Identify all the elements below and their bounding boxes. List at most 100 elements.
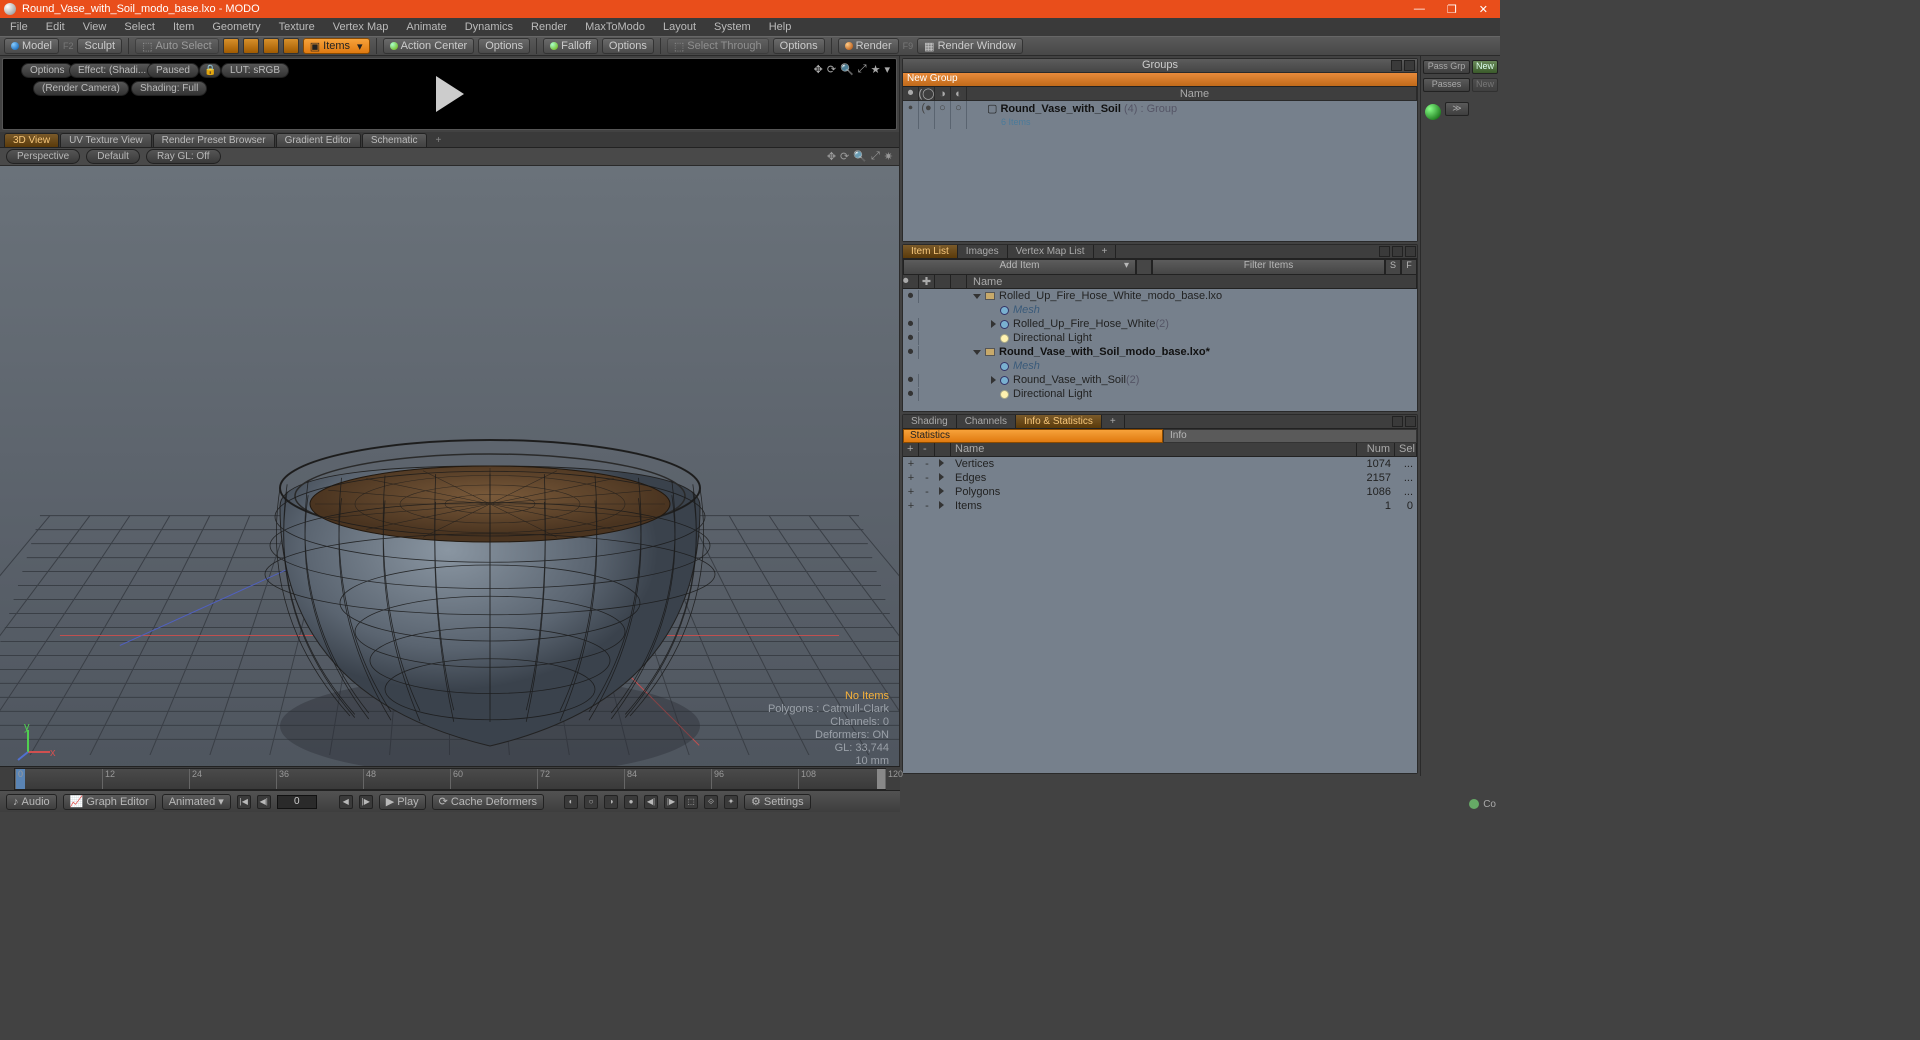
view-default[interactable]: Default [86,149,140,164]
item-row[interactable]: ⏺Round_Vase_with_Soil_modo_base.lxo* [903,345,1417,359]
preview-tool-icon[interactable]: ▾ [884,63,890,76]
item-row[interactable]: ⏺Directional Light [903,387,1417,401]
infostats-tab[interactable]: Info & Statistics [1016,415,1102,428]
auto-select-button[interactable]: ⬚Auto Select [135,38,219,54]
items-mode-button[interactable]: ▣Items▾ [303,38,370,54]
timeline[interactable]: 01224364860728496108120 [0,766,900,790]
panel-menu-icon[interactable] [1405,246,1416,257]
preview-shading[interactable]: Shading: Full [131,81,207,96]
stats-row[interactable]: +-Edges2157... [903,471,1417,485]
panel-expand-icon[interactable] [1391,60,1402,71]
axis-gizmo-icon[interactable]: x y [16,722,56,762]
item-row[interactable]: Mesh [903,359,1417,373]
action-center-button[interactable]: Action Center [383,38,475,54]
sculpt-mode-button[interactable]: Sculpt [77,38,122,54]
menu-edit[interactable]: Edit [42,21,69,33]
preview-effect[interactable]: Effect: (Shadi... [69,63,155,78]
viewport-tool-icon[interactable]: 🔍 [853,150,867,163]
preview-tool-icon[interactable]: ✥ [814,63,823,76]
refresh-icon[interactable] [1425,104,1441,120]
panel-gear-icon[interactable] [1392,246,1403,257]
render-window-button[interactable]: ▦Render Window [917,38,1023,54]
view-perspective[interactable]: Perspective [6,149,80,164]
component-poly-button[interactable] [263,38,279,54]
tab-render-preset-browser[interactable]: Render Preset Browser [153,133,275,147]
new-pass-button[interactable]: New [1472,78,1498,92]
maximize-button[interactable]: ❐ [1447,3,1457,16]
group-subrow[interactable]: 6 Items [903,115,1417,129]
add-item-dropdown[interactable]: Add Item [903,259,1136,275]
component-material-button[interactable] [283,38,299,54]
preview-tool-icon[interactable]: ★ [871,63,881,76]
preview-tool-icon[interactable]: 🔍 [840,63,854,76]
options-2-button[interactable]: Options [602,38,654,54]
render-button[interactable]: Render [838,38,899,54]
panel-expand-icon[interactable] [1392,416,1403,427]
item-row[interactable]: Mesh [903,303,1417,317]
filter-f-button[interactable]: F [1401,259,1417,275]
menu-texture[interactable]: Texture [275,21,319,33]
tab-3d-view[interactable]: 3D View [4,133,59,147]
item-row[interactable]: ⏺Rolled_Up_Fire_Hose_White_modo_base.lxo [903,289,1417,303]
menu-system[interactable]: System [710,21,755,33]
panel-menu-icon[interactable] [1405,416,1416,427]
itemlist-tab[interactable]: Vertex Map List [1008,245,1094,258]
stats-row[interactable]: +-Vertices1074... [903,457,1417,471]
menu-item[interactable]: Item [169,21,198,33]
menu-layout[interactable]: Layout [659,21,700,33]
add-item-menu-icon[interactable] [1136,259,1152,275]
stats-row[interactable]: +-Polygons1086... [903,485,1417,499]
play-icon[interactable] [436,76,464,112]
timeline-end-marker[interactable] [877,769,885,789]
new-group-button[interactable]: New Group [903,73,1417,87]
forward-icon[interactable]: ≫ [1445,102,1469,116]
preview-camera[interactable]: (Render Camera) [33,81,129,96]
infostats-tab[interactable]: Shading [903,415,957,428]
stats-row[interactable]: +-Items10 [903,499,1417,513]
minimize-button[interactable]: — [1414,3,1425,16]
itemlist-tab[interactable]: Item List [903,245,958,258]
add-itemlist-tab[interactable]: + [1094,245,1117,258]
menu-render[interactable]: Render [527,21,571,33]
viewport-tool-icon[interactable]: ✷ [884,150,893,163]
itemlist-tab[interactable]: Images [958,245,1008,258]
menu-animate[interactable]: Animate [402,21,450,33]
preview-tool-icon[interactable]: ⟳ [827,63,836,76]
menu-dynamics[interactable]: Dynamics [461,21,517,33]
preview-paused[interactable]: Paused [147,63,199,78]
tab-gradient-editor[interactable]: Gradient Editor [276,133,361,147]
statistics-tab[interactable]: Statistics [903,429,1163,443]
menu-help[interactable]: Help [765,21,796,33]
filter-s-button[interactable]: S [1385,259,1401,275]
new-passgroup-button[interactable]: New [1472,60,1498,74]
menu-view[interactable]: View [79,21,111,33]
preview-lut[interactable]: LUT: sRGB [221,63,289,78]
viewport-tool-icon[interactable]: ⟳ [840,150,849,163]
close-button[interactable]: ✕ [1479,3,1488,16]
viewport-tool-icon[interactable]: ✥ [827,150,836,163]
panel-menu-icon[interactable] [1404,60,1415,71]
lock-icon[interactable]: 🔒 [199,63,221,78]
component-vertex-button[interactable] [223,38,239,54]
tab-schematic[interactable]: Schematic [362,133,427,147]
model-mode-button[interactable]: Model [4,38,59,54]
menu-maxtomodo[interactable]: MaxToModo [581,21,649,33]
options-1-button[interactable]: Options [478,38,530,54]
menu-geometry[interactable]: Geometry [208,21,264,33]
item-row[interactable]: ⏺Round_Vase_with_Soil (2) [903,373,1417,387]
select-through-button[interactable]: ⬚Select Through [667,38,769,54]
render-preview[interactable]: Options Effect: (Shadi... Paused 🔒 LUT: … [2,58,897,130]
preview-tool-icon[interactable]: ⤢ [858,63,867,76]
falloff-button[interactable]: Falloff [543,38,598,54]
panel-expand-icon[interactable] [1379,246,1390,257]
infostats-tab[interactable]: Channels [957,415,1016,428]
info-tab[interactable]: Info [1163,429,1417,443]
group-row[interactable]: (●○○ ▢ Round_Vase_with_Soil (4) : Group [903,101,1417,115]
tab-uv-texture-view[interactable]: UV Texture View [60,133,152,147]
item-row[interactable]: ⏺Rolled_Up_Fire_Hose_White (2) [903,317,1417,331]
menu-file[interactable]: File [6,21,32,33]
filter-items-field[interactable]: Filter Items [1152,259,1385,275]
preview-options[interactable]: Options [21,63,73,78]
3d-viewport[interactable]: No Items Polygons : Catmull-Clark Channe… [0,166,899,776]
add-tab-button[interactable]: + [428,133,450,147]
